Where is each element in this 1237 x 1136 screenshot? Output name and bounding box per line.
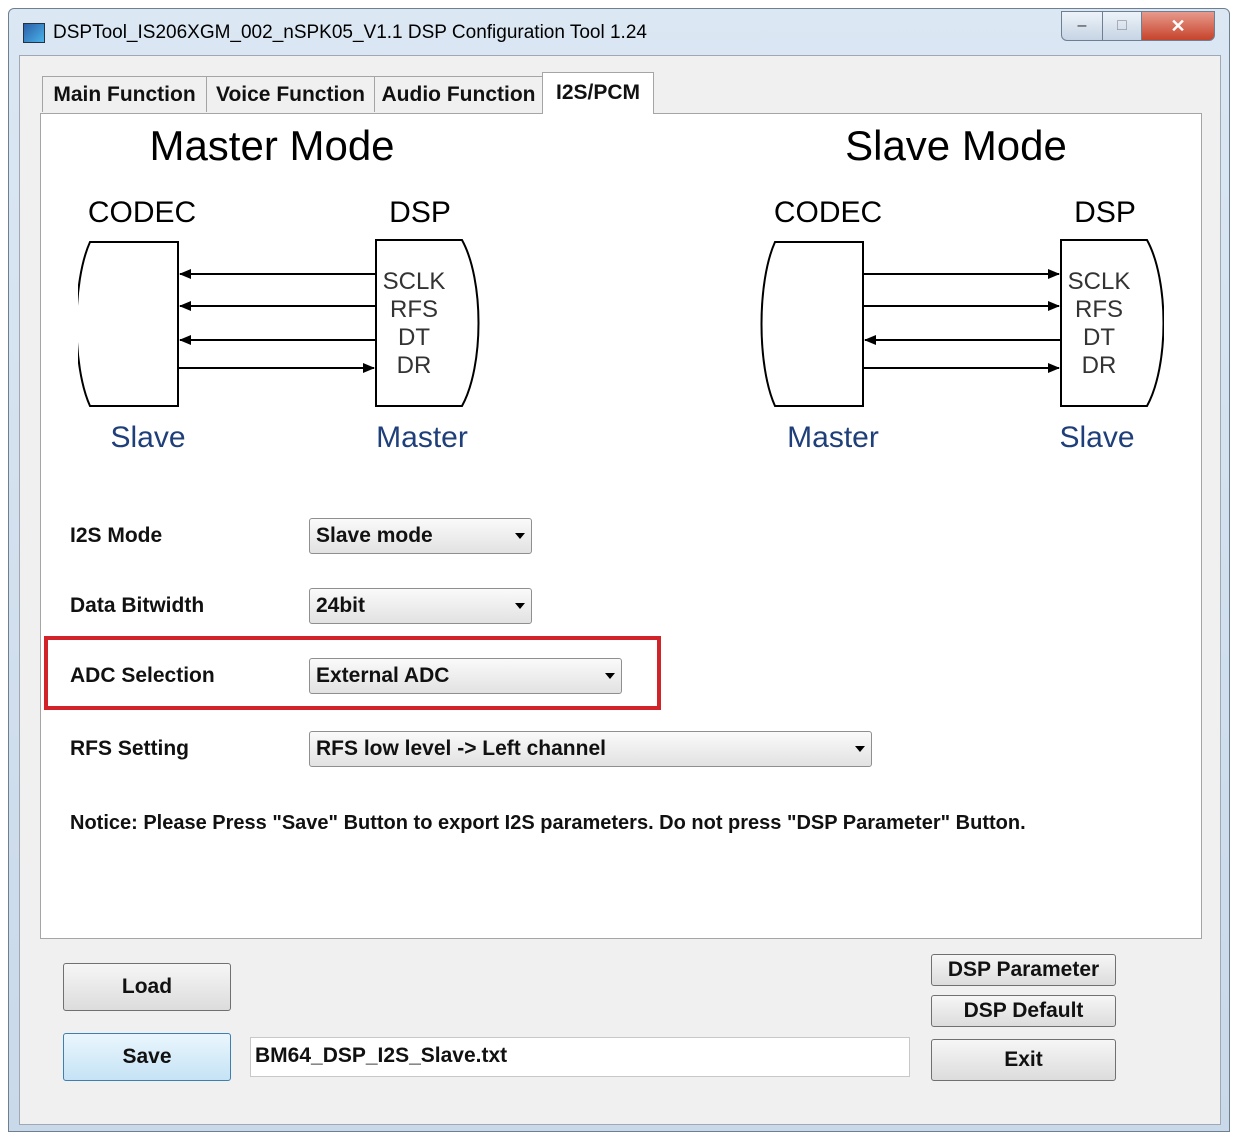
slave-sclk-label: SCLK	[1068, 268, 1131, 295]
close-button[interactable]: ✕	[1141, 11, 1215, 41]
rfs-setting-select[interactable]: RFS low level -> Left channel	[309, 731, 872, 767]
data-bitwidth-value: 24bit	[316, 594, 366, 617]
tab-voice-function[interactable]: Voice Function	[206, 76, 375, 112]
dsp-default-button[interactable]: DSP Default	[931, 995, 1116, 1027]
master-left-role: Slave	[110, 421, 185, 454]
data-bitwidth-select[interactable]: 24bit	[309, 588, 532, 624]
rfs-setting-value: RFS low level -> Left channel	[316, 737, 606, 760]
i2s-mode-value: Slave mode	[316, 524, 433, 547]
app-icon	[23, 23, 45, 43]
i2s-mode-diagram: Master Mode CODEC DSP SCLK RFS DT DR Sla…	[78, 114, 1164, 458]
slave-dr-label: DR	[1082, 352, 1117, 379]
filename-value: BM64_DSP_I2S_Slave.txt	[255, 1044, 508, 1067]
dsp-parameter-button[interactable]: DSP Parameter	[931, 954, 1116, 986]
slave-right-role: Slave	[1059, 421, 1134, 454]
chevron-down-icon	[515, 533, 525, 539]
slave-mode-heading: Slave Mode	[845, 122, 1067, 169]
maximize-button[interactable]: □	[1102, 11, 1142, 41]
slave-left-role: Master	[787, 421, 879, 454]
slave-dsp-label: DSP	[1074, 196, 1136, 229]
slave-dt-label: DT	[1083, 324, 1115, 351]
master-dsp-label: DSP	[389, 196, 451, 229]
load-button[interactable]: Load	[63, 963, 231, 1011]
minimize-button[interactable]: –	[1061, 11, 1103, 41]
title-bar[interactable]: DSPTool_IS206XGM_002_nSPK05_V1.1 DSP Con…	[9, 9, 1229, 53]
master-sclk-label: SCLK	[383, 268, 446, 295]
rfs-setting-label: RFS Setting	[70, 737, 189, 760]
exit-button[interactable]: Exit	[931, 1039, 1116, 1081]
filename-input[interactable]: BM64_DSP_I2S_Slave.txt	[250, 1037, 910, 1077]
chevron-down-icon	[515, 603, 525, 609]
data-bitwidth-label: Data Bitwidth	[70, 594, 205, 617]
master-mode-heading: Master Mode	[149, 122, 394, 169]
i2s-mode-select[interactable]: Slave mode	[309, 518, 532, 554]
slave-codec-label: CODEC	[774, 196, 882, 229]
window-title: DSPTool_IS206XGM_002_nSPK05_V1.1 DSP Con…	[53, 22, 647, 43]
tab-i2s-pcm[interactable]: I2S/PCM	[542, 72, 654, 114]
tab-audio-function[interactable]: Audio Function	[374, 76, 543, 112]
master-codec-label: CODEC	[88, 196, 196, 229]
notice-text: Notice: Please Press "Save" Button to ex…	[70, 812, 1026, 834]
master-right-role: Master	[376, 421, 468, 454]
i2s-mode-label: I2S Mode	[70, 524, 163, 547]
tab-main-function[interactable]: Main Function	[42, 76, 207, 112]
chevron-down-icon	[855, 746, 865, 752]
slave-rfs-label: RFS	[1075, 296, 1123, 323]
master-rfs-label: RFS	[390, 296, 438, 323]
master-dt-label: DT	[398, 324, 430, 351]
adc-highlight-box	[44, 636, 661, 710]
master-dr-label: DR	[397, 352, 432, 379]
save-button[interactable]: Save	[63, 1033, 231, 1081]
